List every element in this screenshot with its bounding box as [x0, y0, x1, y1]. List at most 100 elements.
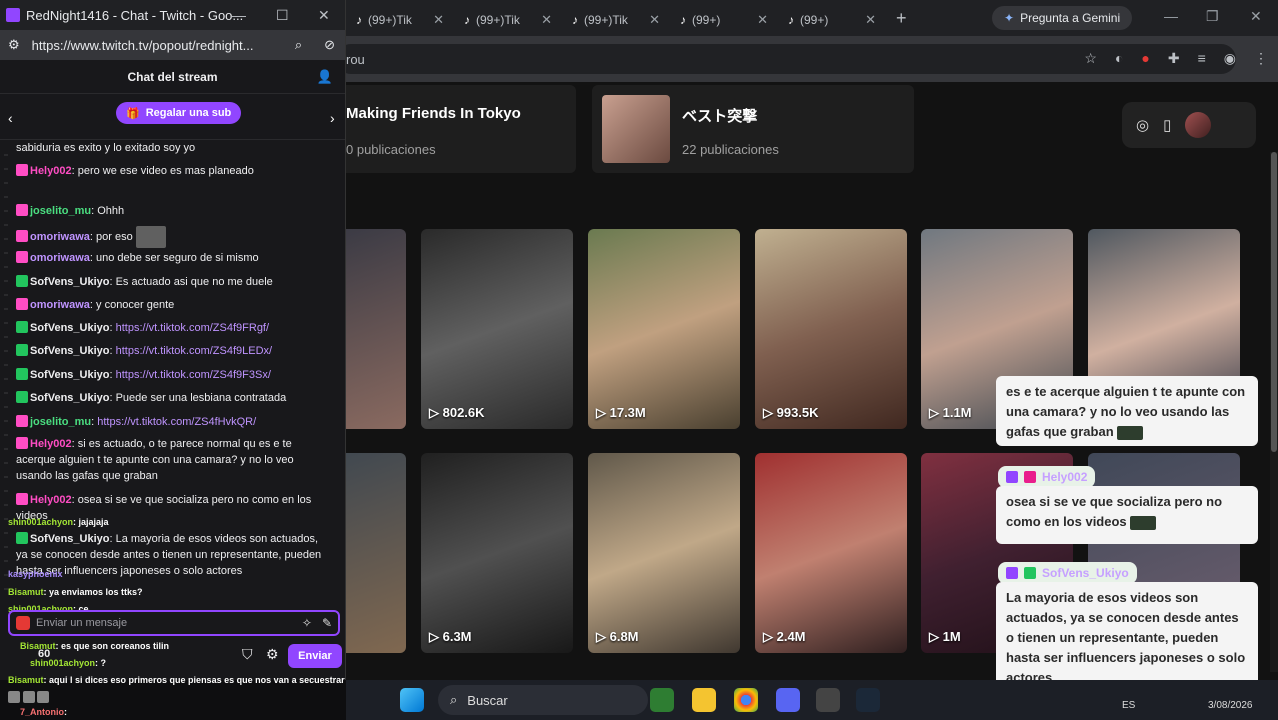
message-text: : Es actuado asi que no me duele [109, 276, 273, 288]
eye-off-icon[interactable]: ⊘ [324, 37, 335, 53]
taskbar-search[interactable]: ⌕ Buscar [438, 685, 648, 715]
overlay-chat-line: Bisamut: es que son coreanos tilin [20, 640, 169, 652]
language-indicator[interactable]: ES [1122, 700, 1135, 711]
send-button[interactable]: Enviar [288, 644, 342, 668]
message-username[interactable]: Hely002 [30, 165, 72, 177]
message-username[interactable]: Hely002 [30, 494, 72, 506]
avatar[interactable] [1185, 112, 1212, 138]
minimize-icon[interactable]: — [1164, 8, 1178, 24]
gear-icon[interactable]: ⚙ [266, 646, 279, 663]
collection-count: 0 publicaciones [346, 142, 436, 157]
collection-card[interactable]: ベスト突撃 22 publicaciones [592, 85, 914, 173]
chat-message: omoriwawa: por eso [16, 226, 328, 248]
site-info-icon[interactable]: ⚙ [8, 37, 20, 53]
scroll-thumb[interactable] [1271, 152, 1277, 452]
browser-tab[interactable]: ♪ (99+)Tik ✕ [562, 6, 670, 34]
discord-icon[interactable] [776, 688, 800, 712]
browser-tab[interactable]: ♪ (99+)Tik ✕ [454, 6, 562, 34]
gemini-button[interactable]: ✦ Pregunta a Gemini [992, 6, 1133, 30]
message-username[interactable]: SofVens_Ukiyo [30, 276, 109, 288]
zoom-icon[interactable]: ⌕ [295, 37, 302, 53]
message-username[interactable]: SofVens_Ukiyo [30, 345, 109, 357]
profile-icon[interactable]: ◉ [1224, 50, 1236, 67]
video-thumbnail[interactable]: ▷ 17.3M [588, 229, 740, 429]
search-label: Buscar [467, 692, 508, 708]
video-thumbnail[interactable]: ▷ 2.4M [755, 453, 907, 653]
message-text: : Ohhh [91, 205, 125, 217]
message-username[interactable]: SofVens_Ukiyo [30, 392, 109, 404]
compass-icon[interactable]: ◎ [1136, 116, 1149, 134]
overlay-username: shin001achyon [30, 658, 96, 668]
video-thumbnail[interactable] [336, 453, 406, 653]
video-thumbnail[interactable]: ▷ 6.3M [421, 453, 573, 653]
message-link[interactable]: https://vt.tiktok.com/ZS4f9LEDx/ [116, 345, 273, 357]
page-scrollbar[interactable] [1270, 152, 1278, 672]
message-link[interactable]: https://vt.tiktok.com/ZS4f9F3Sx/ [116, 369, 271, 381]
folder-icon[interactable] [692, 688, 716, 712]
close-icon[interactable]: ✕ [318, 7, 330, 24]
message-username[interactable]: SofVens_Ukiyo [30, 322, 109, 334]
phone-icon[interactable]: ▯ [1163, 116, 1171, 134]
message-username[interactable]: SofVens_Ukiyo [30, 533, 109, 545]
message-username[interactable]: omoriwawa [30, 231, 90, 243]
message-username[interactable]: Hely002 [30, 438, 72, 450]
app-icon[interactable] [816, 688, 840, 712]
close-window-icon[interactable]: ✕ [1250, 8, 1262, 25]
windows-start-icon[interactable] [400, 688, 424, 712]
popup-url[interactable]: https://www.twitch.tv/popout/rednight... [32, 38, 254, 53]
video-thumbnail[interactable]: ▷ 6.8M [588, 453, 740, 653]
message-username[interactable]: joselito_mu [30, 205, 91, 217]
overlay-chat-line: 7_Antonio: [20, 706, 67, 718]
chevron-left-icon[interactable]: ‹ [8, 110, 13, 126]
message-username[interactable]: omoriwawa [30, 299, 90, 311]
maximize-icon[interactable]: ❐ [1206, 8, 1219, 25]
collection-card[interactable]: Making Friends In Tokyo 0 publicaciones [336, 85, 576, 173]
message-username[interactable]: joselito_mu [30, 416, 91, 428]
browser-tab[interactable]: ♪ (99+) ✕ [778, 6, 886, 34]
message-username[interactable]: SofVens_Ukiyo [30, 369, 109, 381]
view-count: ▷ 802.6K [429, 405, 485, 420]
gift-sub-button[interactable]: 🎁 Regalar una sub [116, 102, 242, 124]
app-icon[interactable] [650, 688, 674, 712]
translate-icon[interactable]: ✎ [322, 616, 332, 630]
extension-icon[interactable]: ◐ [1115, 50, 1123, 67]
overlay-chat-line: Bisamut: aqui l si dices eso primeros qu… [8, 674, 345, 686]
users-icon[interactable]: 👤 [317, 69, 333, 85]
menu-icon[interactable]: ⋮ [1254, 50, 1268, 67]
shield-icon[interactable]: ⛉ [242, 646, 253, 663]
video-thumbnail[interactable]: ▷ 802.6K [421, 229, 573, 429]
close-icon[interactable]: ✕ [757, 12, 768, 28]
chat-message: SofVens_Ukiyo: https://vt.tiktok.com/ZS4… [16, 320, 328, 336]
message-link[interactable]: https://vt.tiktok.com/ZS4fHvkQR/ [97, 416, 256, 428]
badge-icon [1006, 471, 1018, 483]
record-icon[interactable]: ● [1141, 50, 1149, 67]
clock-date[interactable]: 3/08/2026 [1208, 700, 1253, 711]
video-thumbnail[interactable]: ▷ 993.5K [755, 229, 907, 429]
message-link[interactable]: https://vt.tiktok.com/ZS4f9FRgf/ [116, 322, 269, 334]
browser-tab[interactable]: ♪ (99+)Tik ✕ [346, 6, 454, 34]
media-icon[interactable]: ≡ [1198, 50, 1206, 67]
steam-icon[interactable] [856, 688, 880, 712]
close-icon[interactable]: ✕ [541, 12, 552, 28]
message-text: : pero we ese video es mas planeado [71, 165, 254, 177]
chat-message: joselito_mu: https://vt.tiktok.com/ZS4fH… [16, 414, 328, 430]
puzzle-icon[interactable]: ✚ [1168, 50, 1180, 67]
chat-popout-window: RedNight1416 - Chat - Twitch - Goo... — … [0, 0, 346, 680]
minimize-icon[interactable]: — [232, 7, 246, 23]
new-tab-button[interactable]: + [886, 8, 917, 29]
browser-tab[interactable]: ♪ (99+) ✕ [670, 6, 778, 34]
close-icon[interactable]: ✕ [433, 12, 444, 28]
close-icon[interactable]: ✕ [649, 12, 660, 28]
tab-strip: ♪ (99+)Tik ✕ ♪ (99+)Tik ✕ ♪ (99+)Tik ✕ ♪ (99+) ✕… [346, 0, 1278, 36]
chat-input[interactable]: Enviar un mensaje ✧ ✎ [8, 610, 340, 636]
view-count: ▷ 17.3M [596, 405, 646, 420]
close-icon[interactable]: ✕ [865, 12, 876, 28]
message-username[interactable]: omoriwawa [30, 252, 90, 264]
chevron-right-icon[interactable]: › [330, 110, 335, 126]
overlay-text: : ? [95, 658, 107, 668]
chrome-icon[interactable] [734, 688, 758, 712]
video-thumbnail[interactable] [336, 229, 406, 429]
star-icon[interactable]: ☆ [1084, 50, 1097, 67]
maximize-icon[interactable]: ☐ [276, 7, 289, 24]
emote-picker-icon[interactable]: ✧ [302, 616, 312, 630]
